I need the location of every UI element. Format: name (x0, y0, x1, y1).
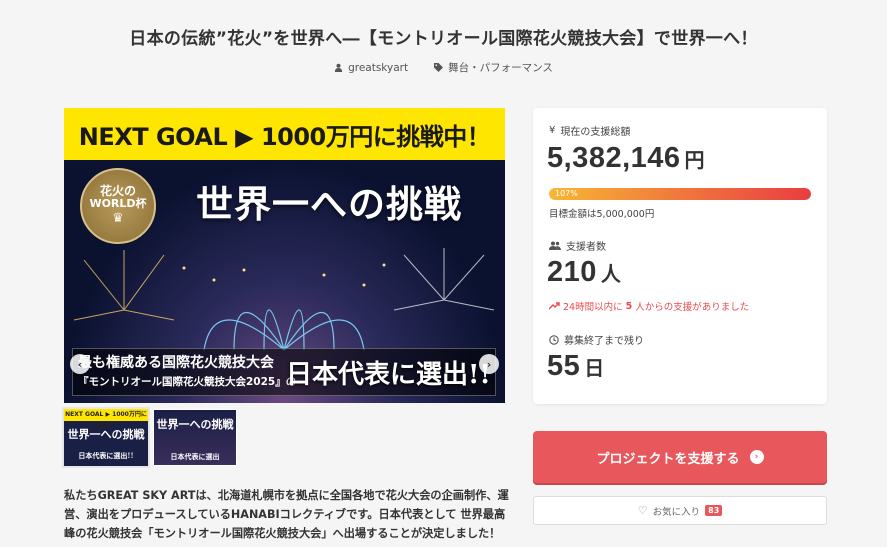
trending-up-icon (549, 302, 560, 310)
caption-line2: 『モントリオール国際花火競技大会2025』の (78, 376, 297, 388)
arrow-right-icon: › (749, 450, 764, 464)
progress-fill (549, 188, 811, 200)
funding-panel: ¥ 現在の支援総額 5,382,146 円 107% 目標金額は5,000,000… (533, 108, 827, 404)
badge-line2: WORLD杯 (89, 197, 147, 211)
thumbnail-bottom: 日本代表に選出 (170, 452, 220, 461)
backers-count: 210 人 (547, 256, 621, 289)
owner-link[interactable]: greatskyart (334, 60, 408, 75)
trend-count: 5 (625, 300, 633, 312)
favorite-button[interactable]: ♡ お気に入り 83 (533, 496, 827, 525)
world-cup-badge: 花火の WORLD杯 ♛ (80, 168, 156, 244)
project-meta: greatskyart 舞台・パフォーマンス (0, 60, 887, 75)
thumbnail-bottom: 日本代表に選出!! (78, 451, 134, 460)
progress-percent: 107% (555, 189, 578, 198)
user-icon (334, 63, 343, 72)
current-amount: 5,382,146 円 (547, 142, 705, 175)
category-name: 舞台・パフォーマンス (448, 62, 553, 74)
backers-unit: 人 (600, 264, 621, 286)
recent-backers-trend: 24時間以内に 5 人からの支援がありました (549, 299, 749, 313)
project-description: 私たちGREAT SKY ARTは、北海道札幌市を拠点に全国各地で花火大会の企画… (64, 489, 509, 540)
days-value: 55 (547, 350, 581, 382)
thumbnail-top-text: NEXT GOAL ▶ 1000万円に挑戦中！ (65, 411, 147, 430)
goal-amount: 目標金額は5,000,000円 (549, 209, 655, 220)
backers-label: 支援者数 (549, 238, 606, 253)
thumbnail-headline: 世界一への挑戦 (67, 428, 145, 441)
yen-icon: ¥ (549, 125, 556, 136)
thumbnail-2[interactable]: 世界一への挑戦 日本代表に選出 (153, 409, 237, 466)
tag-icon (434, 63, 444, 72)
crown-icon: ♛ (112, 211, 124, 227)
next-goal-banner: NEXT GOAL ▶ 1000万円に挑戦中！ (64, 108, 505, 160)
page-title: 日本の伝統”花火”を世界へ―【モントリオール国際花火競技大会】で世界一へ！ (129, 29, 758, 49)
clock-icon (549, 334, 559, 345)
users-icon (549, 241, 561, 250)
days-unit: 日 (584, 358, 605, 380)
heart-icon: ♡ (637, 504, 648, 517)
caption-highlight: 日本代表に選出!! (286, 360, 491, 390)
amount-value: 5,382,146 (547, 142, 681, 174)
owner-name: greatskyart (348, 61, 409, 74)
hero-headline: 世界一への挑戦 (196, 182, 462, 226)
thumbnail-1[interactable]: NEXT GOAL ▶ 1000万円に挑戦中！ 世界一への挑戦 日本代表に選出!… (62, 407, 150, 468)
caption-line1: 最も権威ある国際花火競技大会 (78, 355, 274, 371)
carousel-next-button[interactable]: › (479, 354, 499, 374)
project-main-image: NEXT GOAL ▶ 1000万円に挑戦中！ 花火の WORLD杯 ♛ 世界一… (64, 108, 505, 403)
favorite-label: お気に入り (652, 506, 701, 518)
backers-value: 210 (547, 256, 597, 288)
current-amount-label: ¥ 現在の支援総額 (549, 125, 631, 138)
thumbnail-headline: 世界一への挑戦 (156, 418, 234, 431)
support-label: プロジェクトを支援する (596, 451, 740, 467)
category-link[interactable]: 舞台・パフォーマンス (434, 60, 553, 75)
days-remaining: 55 日 (547, 350, 604, 383)
remaining-label: 募集終了まで残り (549, 332, 644, 347)
chevron-left-icon: ‹ (77, 357, 83, 371)
carousel-prev-button[interactable]: ‹ (70, 354, 90, 374)
image-thumbnails: NEXT GOAL ▶ 1000万円に挑戦中！ 世界一への挑戦 日本代表に選出!… (62, 407, 237, 468)
support-project-button[interactable]: プロジェクトを支援する › (533, 431, 827, 483)
progress-bar: 107% (549, 188, 811, 200)
amount-unit: 円 (684, 150, 705, 172)
favorite-count: 83 (705, 505, 723, 516)
chevron-right-icon: › (486, 357, 492, 371)
